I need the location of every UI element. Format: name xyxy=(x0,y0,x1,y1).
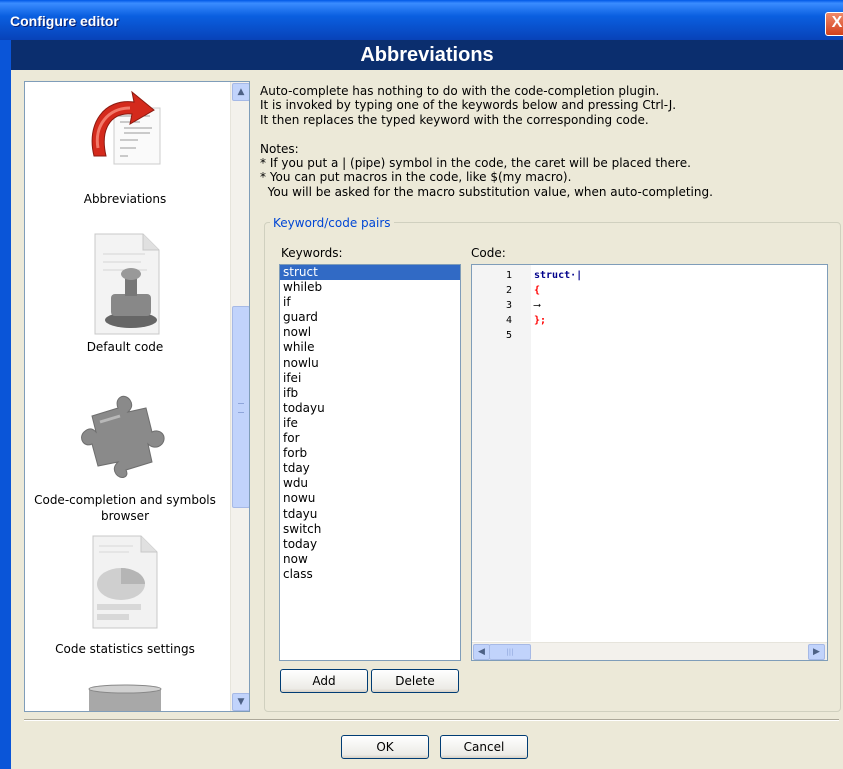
code-line: }; xyxy=(534,315,547,326)
code-line: { xyxy=(534,285,541,296)
keyword-item[interactable]: nowu xyxy=(280,491,460,506)
sidebar-item-label: Abbreviations xyxy=(83,192,167,206)
keyword-item[interactable]: ifei xyxy=(280,371,460,386)
scroll-left-button[interactable]: ◀ xyxy=(473,644,490,660)
keyword-item[interactable]: for xyxy=(280,431,460,446)
title-bar: Configure editor X xyxy=(0,0,843,40)
ok-button[interactable]: OK xyxy=(341,735,429,759)
group-title: Keyword/code pairs xyxy=(270,216,394,230)
sidebar-item-code-statistics[interactable]: Code statistics settings xyxy=(25,534,225,656)
tab-arrow-icon: ⟶ xyxy=(534,300,541,311)
statistics-document-icon xyxy=(85,534,165,630)
keyword-item[interactable]: switch xyxy=(280,522,460,537)
line-number: 5 xyxy=(505,330,512,341)
sidebar-item-default-code[interactable]: Default code xyxy=(25,232,225,354)
editor-horizontal-scrollbar[interactable]: ◀ ||| ▶ xyxy=(472,642,827,660)
add-button[interactable]: Add xyxy=(280,669,368,693)
line-number: 3 xyxy=(505,300,512,311)
puzzle-piece-icon xyxy=(80,388,170,478)
close-button[interactable]: X xyxy=(825,12,843,36)
line-number: 4 xyxy=(505,315,512,326)
keyword-item[interactable]: tday xyxy=(280,461,460,476)
code-label: Code: xyxy=(471,246,506,260)
keywords-label: Keywords: xyxy=(281,246,343,260)
sidebar-item-partial[interactable] xyxy=(25,684,225,711)
sidebar-item-label: Code statistics settings xyxy=(55,642,195,656)
window-frame xyxy=(0,40,11,769)
keyword-item[interactable]: today xyxy=(280,537,460,552)
notes-text: Auto-complete has nothing to do with the… xyxy=(260,84,713,199)
sidebar-item-label: Code-completion and symbols browser xyxy=(34,493,216,523)
code-line: struct·| xyxy=(534,270,583,281)
keywords-list[interactable]: struct whileb if guard nowl while nowlu ifei ifb… xyxy=(279,264,461,661)
keyword-item[interactable]: class xyxy=(280,567,460,582)
scroll-right-button[interactable]: ▶ xyxy=(808,644,825,660)
sidebar-scrollbar[interactable]: ▲ ▼ xyxy=(230,82,249,711)
keyword-item[interactable]: ifb xyxy=(280,386,460,401)
line-number: 1 xyxy=(505,270,512,281)
scroll-up-button[interactable]: ▲ xyxy=(232,83,249,101)
cancel-button[interactable]: Cancel xyxy=(440,735,528,759)
keyword-item[interactable]: todayu xyxy=(280,401,460,416)
keyword-item[interactable]: nowlu xyxy=(280,356,460,371)
divider xyxy=(24,719,839,721)
keyword-item[interactable]: wdu xyxy=(280,476,460,491)
category-list[interactable]: Abbreviations Default code Code-completi… xyxy=(24,81,250,712)
delete-button[interactable]: Delete xyxy=(371,669,459,693)
window-title: Configure editor xyxy=(10,13,119,29)
keyword-item[interactable]: while xyxy=(280,340,460,355)
abbreviations-icon xyxy=(80,90,170,174)
scroll-down-button[interactable]: ▼ xyxy=(232,693,249,711)
scroll-thumb[interactable] xyxy=(232,306,249,508)
grip: ||| xyxy=(506,648,514,656)
keyword-item[interactable]: if xyxy=(280,295,460,310)
cylinder-icon xyxy=(85,684,165,711)
sidebar-item-code-completion[interactable]: Code-completion and symbols browser xyxy=(25,388,225,524)
keyword-item[interactable]: struct xyxy=(280,265,460,281)
sidebar-item-label: Default code xyxy=(86,340,164,354)
keyword-item[interactable]: ife xyxy=(280,416,460,431)
page-title: Abbreviations xyxy=(11,40,843,70)
keyword-item[interactable]: tdayu xyxy=(280,507,460,522)
keyword-item[interactable]: whileb xyxy=(280,280,460,295)
code-editor[interactable]: 1 2 3 4 5 struct·| { ⟶ }; ◀ ||| ▶ xyxy=(471,264,828,661)
line-number: 2 xyxy=(505,285,512,296)
keyword-item[interactable]: now xyxy=(280,552,460,567)
keyword-item[interactable]: guard xyxy=(280,310,460,325)
keyword-item[interactable]: nowl xyxy=(280,325,460,340)
keyword-item[interactable]: forb xyxy=(280,446,460,461)
stamp-document-icon xyxy=(85,232,165,336)
hscroll-thumb[interactable]: ||| xyxy=(489,644,531,660)
sidebar-item-abbreviations[interactable]: Abbreviations xyxy=(25,90,225,206)
